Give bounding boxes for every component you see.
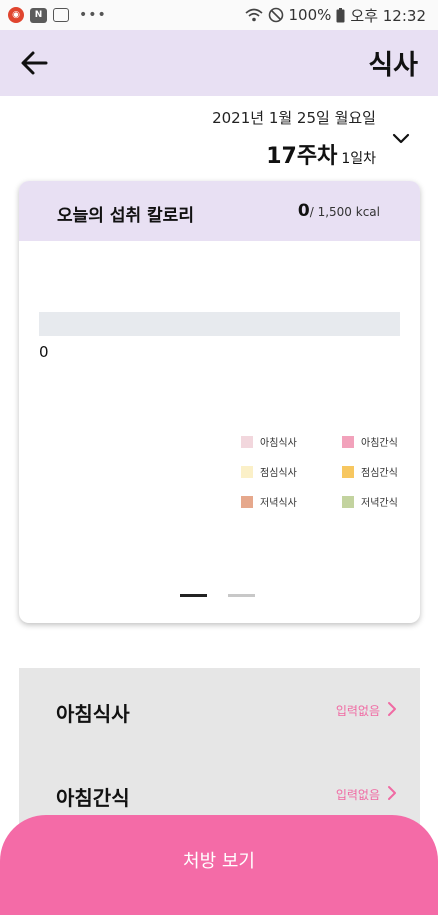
legend-swatch	[342, 495, 354, 508]
naver-app-icon: N	[30, 7, 47, 23]
legend-item: 아침간식	[342, 434, 398, 449]
legend-item: 저녁식사	[241, 494, 297, 509]
date-toggle-button[interactable]	[388, 128, 414, 150]
legend-swatch	[342, 435, 354, 448]
view-prescription-label: 처방 보기	[183, 851, 255, 872]
legend-label: 저녁간식	[361, 498, 398, 509]
legend-swatch	[241, 465, 253, 478]
legend-label: 저녁식사	[260, 498, 297, 509]
app-header: 식사	[0, 30, 438, 96]
chevron-right-icon	[388, 702, 396, 716]
meal-status: 입력없음	[335, 704, 380, 718]
chevron-right-icon	[388, 786, 396, 800]
page-title: 식사	[368, 50, 418, 81]
legend-label: 아침간식	[361, 438, 398, 449]
day-label: 1일차	[341, 151, 376, 167]
message-app-icon	[53, 8, 69, 22]
calorie-summary: 0/ 1,500 kcal	[298, 201, 380, 221]
legend-item: 점심식사	[241, 464, 297, 479]
legend-label: 점심식사	[260, 468, 297, 479]
calorie-card-title: 오늘의 섭취 칼로리	[57, 206, 194, 226]
arrow-left-icon	[21, 51, 48, 75]
more-notifications-icon: •••	[79, 7, 107, 23]
week-label: 17주차	[266, 144, 338, 169]
meal-row-breakfast[interactable]: 아침식사 입력없음	[19, 668, 420, 754]
status-bar: ◉ N ••• 100% 오후 12:32	[0, 0, 438, 30]
legend-item: 아침식사	[241, 434, 297, 449]
calorie-card-header: 오늘의 섭취 칼로리 0/ 1,500 kcal	[19, 181, 420, 241]
view-prescription-button[interactable]: 처방 보기	[0, 815, 438, 915]
back-button[interactable]	[18, 47, 52, 79]
calorie-current: 0	[297, 201, 310, 221]
calorie-card[interactable]: 오늘의 섭취 칼로리 0/ 1,500 kcal 0 아침식사 아침간식 점심식…	[19, 181, 420, 623]
meal-name: 아침식사	[56, 702, 130, 726]
legend-swatch	[342, 465, 354, 478]
legend-swatch	[241, 495, 253, 508]
battery-icon	[336, 7, 345, 22]
do-not-disturb-icon	[268, 7, 283, 23]
current-date: 2021년 1월 25일 월요일	[212, 109, 376, 127]
legend-swatch	[241, 435, 253, 448]
legend-label: 아침식사	[260, 438, 297, 449]
calorie-total: / 1,500 kcal	[309, 205, 380, 219]
wifi-icon	[244, 8, 263, 22]
opera-app-icon: ◉	[8, 7, 24, 23]
legend-item: 점심간식	[342, 464, 398, 479]
legend-label: 점심간식	[361, 468, 398, 479]
legend-item: 저녁간식	[342, 494, 398, 509]
pregnancy-week: 17주차 1일차	[266, 138, 376, 170]
battery-percent: 100%	[288, 6, 332, 24]
chevron-down-icon	[392, 133, 410, 144]
calorie-progress-bar	[39, 312, 400, 336]
meal-name: 아침간식	[56, 786, 130, 810]
page-indicator-inactive[interactable]	[228, 594, 255, 597]
page-indicator-active[interactable]	[180, 594, 207, 597]
clock: 오후 12:32	[350, 6, 426, 25]
calorie-bar-label: 0	[39, 343, 49, 361]
meal-status: 입력없음	[335, 788, 380, 802]
